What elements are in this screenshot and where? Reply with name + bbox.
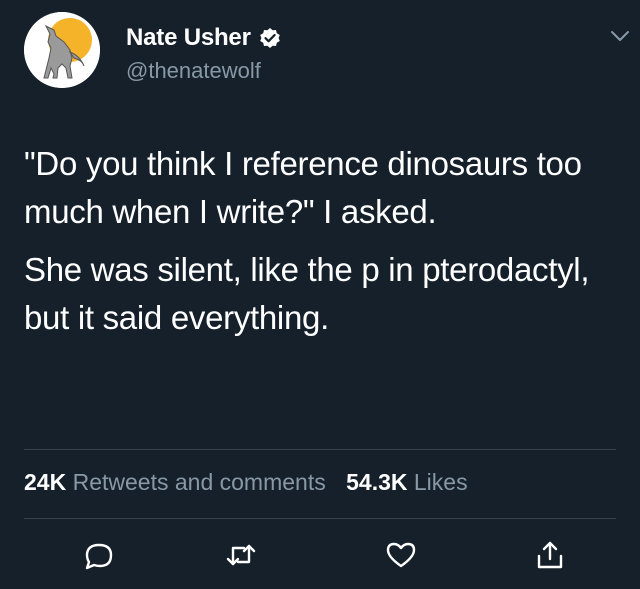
action-bar xyxy=(0,532,640,576)
avatar[interactable] xyxy=(24,12,100,88)
divider xyxy=(24,518,616,519)
like-icon[interactable] xyxy=(384,538,418,572)
share-icon[interactable] xyxy=(533,538,567,572)
display-name[interactable]: Nate Usher xyxy=(126,24,251,52)
chevron-down-icon[interactable] xyxy=(609,28,631,44)
retweets-count[interactable]: 24K xyxy=(24,469,66,495)
name-row: Nate Usher xyxy=(126,24,281,52)
retweets-label[interactable]: Retweets and comments xyxy=(73,469,326,495)
tweet-stats: 24K Retweets and comments 54.3K Likes xyxy=(24,469,468,496)
verified-badge-icon xyxy=(259,27,281,49)
likes-label[interactable]: Likes xyxy=(414,469,468,495)
divider xyxy=(24,449,616,450)
tweet-paragraph: She was silent, like the p in pterodacty… xyxy=(24,251,590,336)
tweet-paragraph: "Do you think I reference dinosaurs too … xyxy=(24,145,582,230)
comment-icon[interactable] xyxy=(82,538,116,572)
user-handle[interactable]: @thenatewolf xyxy=(126,58,261,84)
tweet-text: "Do you think I reference dinosaurs too … xyxy=(24,140,624,352)
tweet-header: Nate Usher @thenatewolf xyxy=(0,0,640,110)
retweet-icon[interactable] xyxy=(224,538,258,572)
likes-count[interactable]: 54.3K xyxy=(346,469,407,495)
wolf-logo-icon xyxy=(24,12,100,88)
